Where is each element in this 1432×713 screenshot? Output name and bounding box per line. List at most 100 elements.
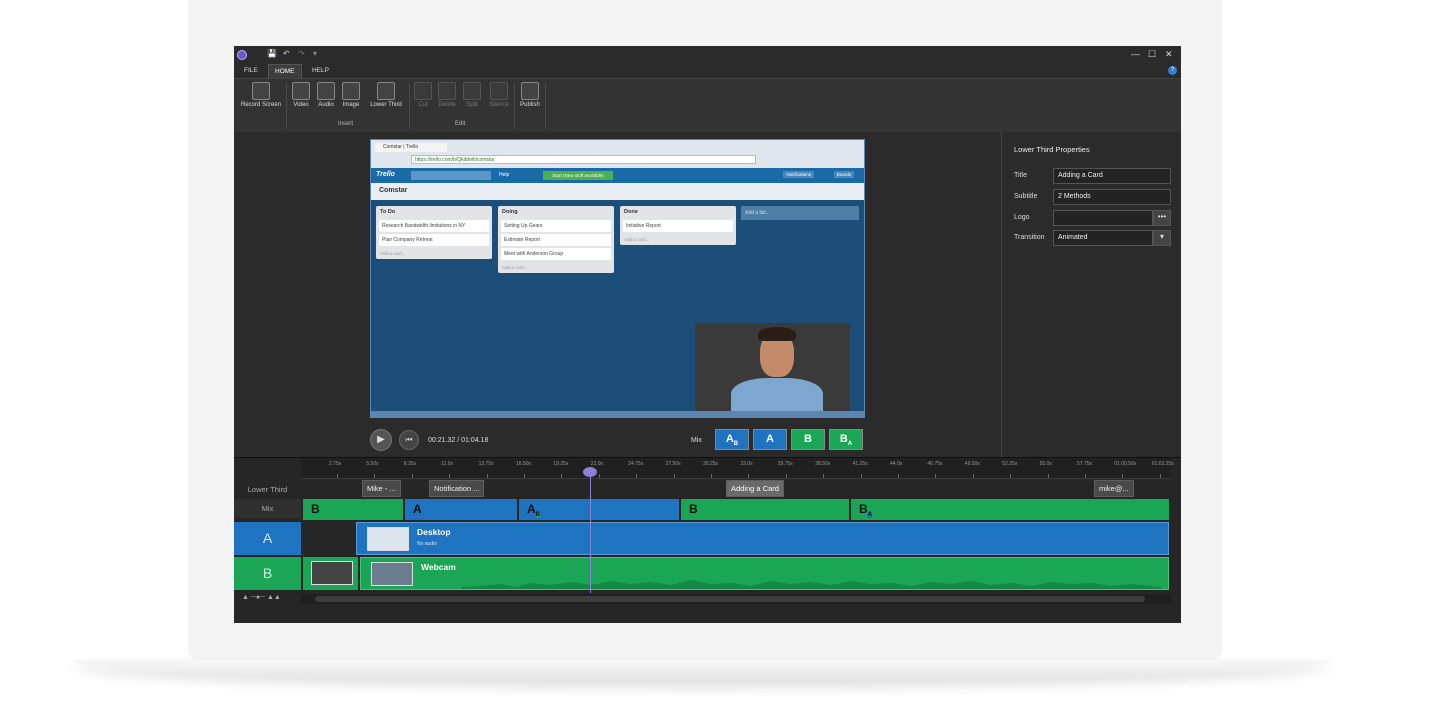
ribbon-separator (286, 83, 287, 129)
lower-third-clip[interactable]: Notification ... (429, 480, 485, 497)
trello-header: Trello Help Start (New stuff available) … (371, 168, 864, 183)
ruler-tick-label: 16.50s (516, 461, 532, 467)
playhead[interactable] (590, 477, 591, 593)
ruler-tick-label: 49.50s (964, 461, 980, 467)
playhead-handle[interactable] (583, 467, 597, 477)
split-button[interactable]: Split (462, 82, 482, 108)
browser-url: https://trello.com/b/QkddelIi/comstar (411, 155, 756, 164)
lower-third-button[interactable]: Lower Third (366, 82, 406, 108)
trello-notifications: Notifications (783, 171, 814, 178)
board-name: Comstar (379, 187, 408, 194)
record-screen-label: Record Screen (240, 102, 282, 108)
tab-file[interactable]: FILE (238, 64, 264, 78)
ruler-tick-label: 41.25s (852, 461, 868, 467)
add-card: Add a card... (380, 251, 406, 256)
mix-b-button[interactable]: B (791, 429, 825, 450)
ruler-tick-label: 33.0s (740, 461, 753, 467)
time-ruler[interactable]: 2.75s 5.50s 8.25s 11.0s 13.75s 16.50s 19.25s 22… (301, 458, 1174, 479)
mix-segment-label: B (859, 502, 868, 516)
trello-boards: Boards (833, 171, 854, 178)
webcam-thumbnail (371, 562, 413, 586)
ribbon-separator (514, 83, 515, 129)
scissors-icon (414, 82, 432, 100)
skip-to-start-button[interactable]: ⏮ (399, 430, 419, 450)
mix-segment[interactable]: A (405, 499, 517, 520)
publish-button[interactable]: Publish (518, 82, 542, 108)
mix-segment[interactable]: B (681, 499, 849, 520)
logo-browse-button[interactable]: ••• (1153, 210, 1171, 226)
zoom-slider[interactable]: ▲ ─●─ ▲▲ (242, 594, 281, 601)
preview-area: Comstar | Trello https://trello.com/b/Qk… (234, 132, 1001, 457)
preview-bottom-bar (371, 411, 864, 417)
lower-third-clip[interactable]: mike@... (1094, 480, 1134, 497)
video-button[interactable]: Video (290, 82, 312, 108)
list-card: Meet with Anderson Group (501, 248, 611, 260)
mix-a-with-b-button[interactable]: AB (715, 429, 749, 450)
trello-list: To Do Research Bandwidth limitations in … (376, 206, 492, 259)
timeline-scroll-thumb[interactable] (315, 596, 1145, 602)
add-card: Add a card... (624, 237, 650, 242)
cut-button[interactable]: Cut (413, 82, 433, 108)
mix-a-button[interactable]: A (753, 429, 787, 450)
logo-field[interactable] (1053, 210, 1153, 226)
track-a-label[interactable]: A (234, 522, 301, 555)
mix-sub: A (847, 441, 853, 448)
mix-main: B (839, 433, 848, 445)
ruler-tick-label: 24.75s (628, 461, 644, 467)
image-button[interactable]: Image (340, 82, 362, 108)
audio-waveform (461, 580, 1161, 589)
audio-button[interactable]: Audio (315, 82, 337, 108)
ruler-tick-label: 01:00.50s (1114, 461, 1137, 467)
split-icon (463, 82, 481, 100)
mix-segment-label: A (413, 502, 422, 516)
lower-third-clip[interactable]: Mike - ... (362, 480, 401, 497)
add-list: Add a list... (741, 206, 859, 220)
save-icon[interactable]: 💾 (267, 49, 277, 58)
chevron-down-icon[interactable]: ▾ (1153, 230, 1171, 246)
ruler-tick (748, 474, 750, 478)
maximize-button[interactable]: ☐ (1148, 49, 1156, 60)
ruler-tick-label: 01:03.25s (1151, 461, 1174, 467)
mix-segment[interactable]: BA (851, 499, 1169, 520)
redo-icon[interactable]: ↷ (298, 49, 305, 58)
record-screen-button[interactable]: Record Screen (239, 82, 283, 108)
presenter-body (731, 378, 823, 411)
silence-button[interactable]: Silence (486, 82, 512, 108)
customize-dropdown-icon[interactable]: ▾ (313, 49, 317, 58)
ribbon-separator (409, 83, 410, 129)
timeline-scrollbar[interactable] (301, 594, 1171, 604)
video-preview[interactable]: Comstar | Trello https://trello.com/b/Qk… (370, 139, 865, 418)
ruler-tick (823, 474, 825, 478)
track-b-label[interactable]: B (234, 557, 301, 590)
properties-heading: Lower Third Properties (1014, 145, 1090, 154)
ruler-tick (411, 474, 413, 478)
mix-b-with-a-button[interactable]: BA (829, 429, 863, 450)
lower-third-clip-selected[interactable]: Adding a Card (726, 480, 784, 497)
transition-select[interactable]: Animated (1053, 230, 1153, 246)
desktop-clip[interactable]: Desktop No audio (356, 522, 1169, 555)
ruler-tick (449, 474, 451, 478)
delete-button[interactable]: Delete (436, 82, 458, 108)
ruler-tick-label: 30.25s (703, 461, 719, 467)
webcam-clip[interactable]: Webcam (360, 557, 1169, 590)
mix-segment[interactable]: AB (519, 499, 679, 520)
tab-home[interactable]: HOME (268, 64, 302, 79)
webcam-clip-pre[interactable] (303, 557, 358, 590)
play-button[interactable]: ▶ (370, 429, 392, 451)
undo-icon[interactable]: ↶ (283, 49, 290, 58)
close-button[interactable]: ✕ (1165, 49, 1173, 60)
trello-list: Doing Setting Up Gears Estimate Report M… (498, 206, 614, 273)
ruler-tick (337, 474, 338, 478)
tab-help[interactable]: HELP (306, 64, 335, 78)
help-icon[interactable]: ? (1168, 66, 1177, 75)
mix-segment[interactable]: B (303, 499, 403, 520)
ruler-tick (374, 474, 376, 478)
desktop-clip-title: Desktop (417, 527, 451, 537)
title-field[interactable]: Adding a Card (1053, 168, 1171, 184)
edit-group-label: Edit (455, 121, 466, 127)
ruler-tick (1047, 474, 1049, 478)
subtitle-field[interactable]: 2 Methods (1053, 189, 1171, 205)
cut-label: Cut (418, 102, 428, 108)
insert-group-label: Insert (338, 121, 354, 127)
minimize-button[interactable]: — (1131, 49, 1140, 59)
